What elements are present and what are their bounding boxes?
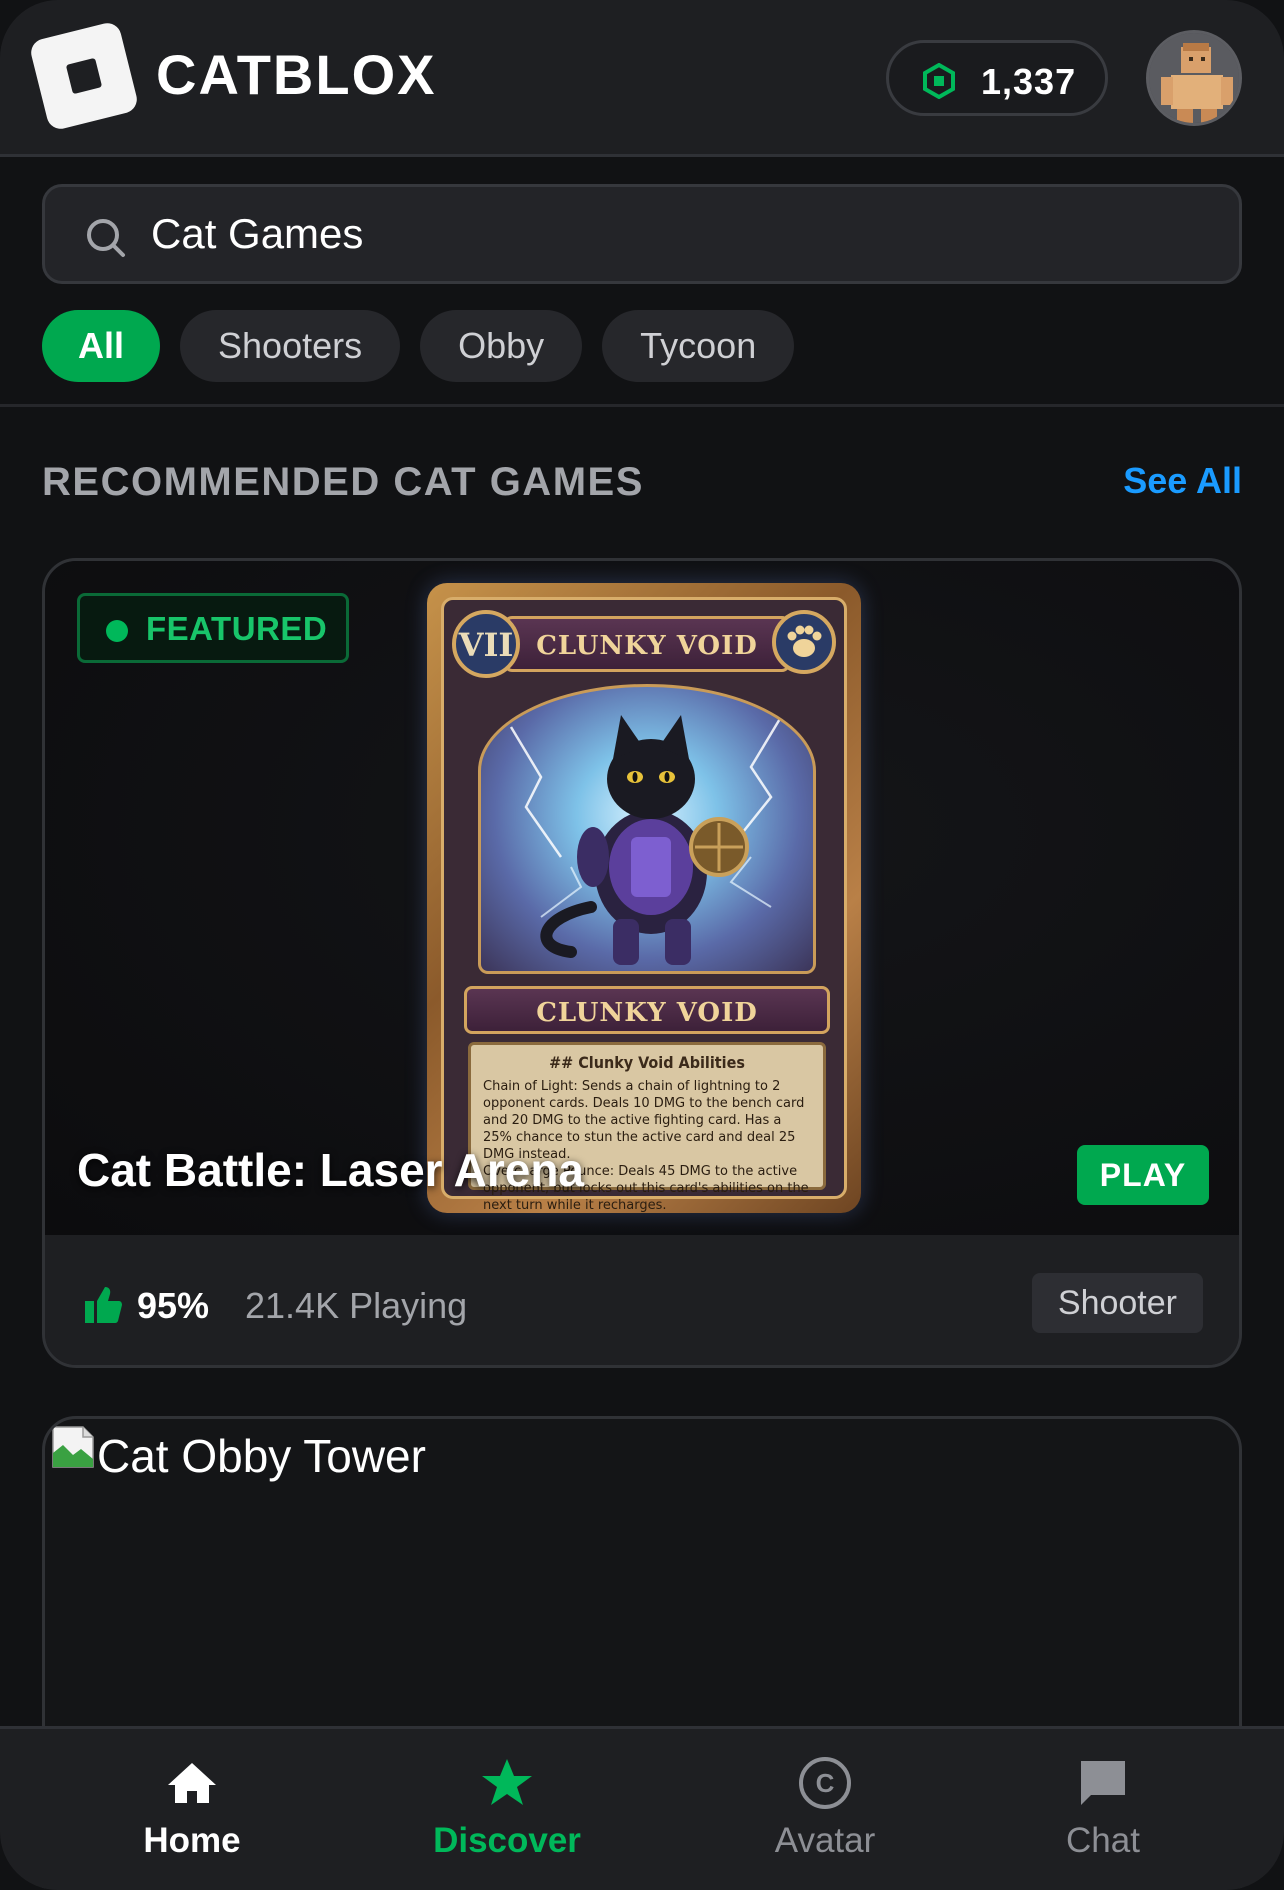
home-icon [168, 1763, 216, 1803]
trading-card-art: CLUNKY VOID VII CLUNKY VOID ## Clunky Vo… [427, 583, 861, 1213]
nav-avatar[interactable]: C Avatar [700, 1755, 950, 1875]
play-button[interactable]: PLAY [1077, 1145, 1209, 1205]
filter-chip-all[interactable]: All [42, 310, 161, 382]
brand-name: CATBLOX [156, 43, 437, 106]
search-bar[interactable] [42, 184, 1242, 284]
nav-avatar-label: Avatar [774, 1821, 876, 1860]
game-title-alt: Cat Obby Tower [97, 1430, 426, 1482]
user-avatar-icon[interactable] [1146, 30, 1242, 126]
card-name-bottom: CLUNKY VOID [536, 998, 758, 1028]
status-dot-icon [106, 620, 128, 642]
app-screen: CATBLOX 1,337 Cat Games All Shooters Obb… [0, 0, 1284, 1890]
currency-value: 1,337 [981, 61, 1077, 102]
section-title: RECOMMENDED CAT GAMES [42, 460, 644, 504]
svg-text:C: C [816, 1768, 835, 1798]
card-nameplate: CLUNKY VOID [464, 986, 830, 1034]
game-stats-row: 95% 21.4K Playing Shooter [45, 1235, 1239, 1365]
player-count: 21.4K Playing [245, 1285, 468, 1326]
card-level-medallion: VII [452, 610, 520, 678]
broken-image-icon [52, 1426, 94, 1468]
game-thumbnail: FEATURED CLUNKY VOID VII CLUNKY VOID ## … [45, 561, 1239, 1235]
card-name-top: CLUNKY VOID [536, 631, 758, 661]
currency-balance-button[interactable]: 1,337 [886, 40, 1108, 116]
search-icon [87, 219, 125, 257]
robux-hexagon-icon [923, 63, 955, 99]
paw-icon [772, 610, 836, 674]
filter-chip-obby[interactable]: Obby [420, 310, 583, 382]
thumbs-up-icon [85, 1287, 122, 1323]
card-level: VII [458, 626, 514, 664]
card-top-banner: CLUNKY VOID [504, 616, 790, 672]
nav-discover-label: Discover [433, 1821, 581, 1860]
filter-chip-tycoon[interactable]: Tycoon [602, 310, 795, 382]
catblox-logo-icon[interactable] [28, 20, 140, 132]
nav-chat-label: Chat [1066, 1821, 1140, 1860]
nav-home[interactable]: Home [67, 1755, 317, 1875]
card-abilities-header: ## Clunky Void Abilities [549, 1053, 745, 1072]
category-filters: All Shooters Obby Tycoon [42, 310, 795, 382]
game-title: Cat Battle: Laser Arena [77, 1144, 585, 1196]
nav-chat[interactable]: Chat [978, 1755, 1228, 1875]
genre-tag[interactable]: Shooter [1031, 1273, 1203, 1333]
rating-value: 95% [137, 1285, 210, 1326]
search-input[interactable] [151, 209, 1211, 259]
star-icon [482, 1759, 532, 1805]
cat-warrior-illustration [478, 684, 816, 974]
chat-bubble-icon [1081, 1761, 1125, 1805]
avatar-c-icon: C [799, 1757, 851, 1809]
top-bar: CATBLOX 1,337 [0, 0, 1284, 157]
nav-discover[interactable]: Discover [382, 1755, 632, 1875]
bottom-nav: Home Discover C Avatar Chat [0, 1726, 1284, 1890]
featured-badge-label: FEATURED [146, 610, 328, 647]
see-all-link[interactable]: See All [1123, 460, 1242, 502]
featured-game-card[interactable]: FEATURED CLUNKY VOID VII CLUNKY VOID ## … [42, 558, 1242, 1368]
nav-home-label: Home [143, 1821, 241, 1860]
section-divider [0, 404, 1284, 407]
featured-badge: FEATURED [77, 593, 349, 663]
filter-chip-shooters[interactable]: Shooters [180, 310, 401, 382]
